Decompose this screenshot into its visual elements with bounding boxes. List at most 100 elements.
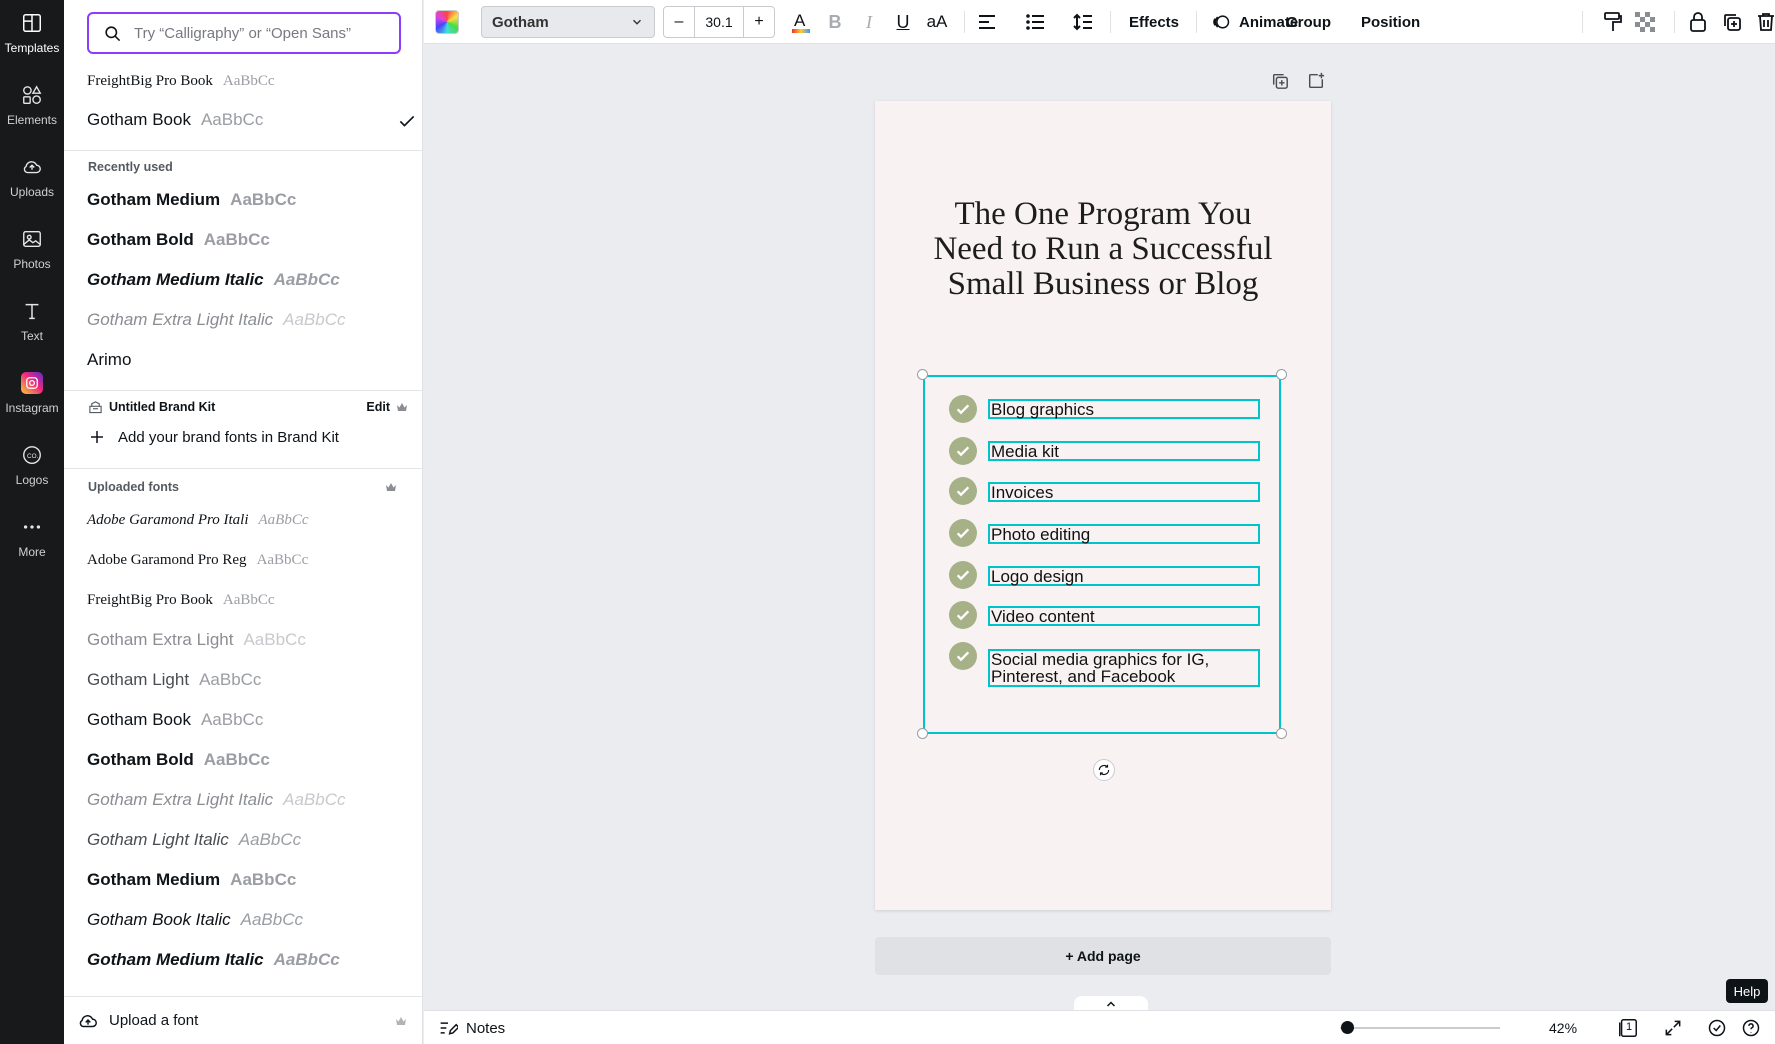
font-option-gotham-extra-light-italic[interactable]: Gotham Extra Light Italic AaBbCc	[87, 303, 407, 337]
list-item[interactable]: Invoices	[988, 482, 1260, 502]
rail-label: More	[18, 545, 46, 559]
font-option-gotham-medium[interactable]: Gotham Medium AaBbCc	[87, 183, 407, 217]
divider	[64, 468, 422, 469]
design-page[interactable]: The One Program You Need to Run a Succes…	[875, 101, 1331, 910]
rail-item-uploads[interactable]: Uploads	[0, 144, 64, 208]
list-item[interactable]: Social media graphics for IG, Pinterest,…	[988, 649, 1260, 687]
resize-handle[interactable]	[917, 728, 928, 739]
photos-icon	[23, 230, 41, 248]
letter-case-button[interactable]: aA	[920, 5, 954, 39]
font-sample: AaBbCc	[230, 870, 297, 889]
list-button[interactable]	[1018, 5, 1052, 39]
align-button[interactable]	[970, 5, 1004, 39]
add-brand-fonts-label: Add your brand fonts in Brand Kit	[118, 428, 339, 446]
fullscreen-icon	[1665, 1020, 1681, 1036]
font-option-gotham-extra-light[interactable]: Gotham Extra Light AaBbCc	[87, 623, 407, 657]
list-item[interactable]: Video content	[988, 606, 1260, 626]
font-name: Arimo	[87, 350, 132, 369]
check-status-button[interactable]	[1705, 1016, 1729, 1040]
rotate-handle[interactable]	[1093, 759, 1115, 781]
italic-button[interactable]: I	[852, 5, 886, 39]
brand-kit-edit-button[interactable]: Edit	[366, 400, 408, 414]
page-count: 1	[1626, 1021, 1633, 1033]
zoom-slider-thumb[interactable]	[1341, 1021, 1354, 1034]
add-brand-fonts-button[interactable]: Add your brand fonts in Brand Kit	[88, 428, 339, 446]
font-sample: AaBbCc	[238, 830, 302, 849]
font-option-gotham-medium-italic-uploaded[interactable]: Gotham Medium Italic AaBbCc	[87, 943, 407, 977]
underline-button[interactable]: U	[886, 5, 920, 39]
help-button[interactable]	[1739, 1016, 1763, 1040]
page-count-button[interactable]: 1	[1616, 1016, 1640, 1040]
bold-icon: B	[828, 11, 842, 32]
font-panel: FreightBig Pro Book AaBbCc Gotham Book A…	[64, 0, 423, 1044]
font-option-arimo[interactable]: Arimo	[87, 343, 407, 377]
duplicate-button[interactable]	[1715, 5, 1749, 39]
bold-button[interactable]: B	[818, 5, 852, 39]
font-option-freightbig-pro-book[interactable]: FreightBig Pro Book AaBbCc	[87, 64, 407, 98]
font-option-gotham-book[interactable]: Gotham Book AaBbCc	[87, 703, 407, 737]
position-button[interactable]: Position	[1361, 14, 1420, 31]
resize-handle[interactable]	[1276, 369, 1287, 380]
rail-item-instagram[interactable]: Instagram	[0, 360, 64, 424]
font-option-gotham-book-selected[interactable]: Gotham Book AaBbCc	[87, 103, 415, 137]
notes-icon	[440, 1022, 458, 1035]
crown-icon	[397, 403, 407, 411]
check-circle-icon	[949, 642, 977, 670]
check-circle-icon	[949, 437, 977, 465]
rail-item-elements[interactable]: Elements	[0, 72, 64, 136]
rail-label: Photos	[13, 257, 51, 271]
increase-font-size-button[interactable]: +	[744, 7, 774, 37]
copy-style-button[interactable]	[1596, 5, 1630, 39]
delete-button[interactable]	[1749, 5, 1775, 39]
font-option-gotham-bold[interactable]: Gotham Bold AaBbCc	[87, 223, 407, 257]
fullscreen-button[interactable]	[1661, 1016, 1685, 1040]
resize-handle[interactable]	[1276, 728, 1287, 739]
font-option-adobe-garamond-regular[interactable]: Adobe Garamond Pro Reg AaBbCc	[87, 543, 407, 577]
page-headline[interactable]: The One Program You Need to Run a Succes…	[875, 197, 1331, 302]
recently-used-heading: Recently used	[88, 160, 173, 174]
spacing-button[interactable]	[1066, 5, 1100, 39]
font-search-box[interactable]	[87, 12, 401, 54]
group-button[interactable]: Group	[1286, 14, 1331, 31]
font-option-gotham-book-italic[interactable]: Gotham Book Italic AaBbCc	[87, 903, 407, 937]
text-color-button[interactable]: A	[784, 5, 818, 39]
font-option-gotham-light-italic[interactable]: Gotham Light Italic AaBbCc	[87, 823, 407, 857]
transparency-button[interactable]	[1628, 5, 1662, 39]
lock-button[interactable]	[1681, 5, 1715, 39]
zoom-level[interactable]: 42%	[1549, 1011, 1577, 1044]
list-item[interactable]: Logo design	[988, 566, 1260, 586]
font-option-gotham-medium-uploaded[interactable]: Gotham Medium AaBbCc	[87, 863, 407, 897]
rail-item-templates[interactable]: Templates	[0, 0, 64, 64]
rail-item-logos[interactable]: CO. Logos	[0, 432, 64, 496]
font-search-input[interactable]	[134, 24, 394, 42]
rail-item-text[interactable]: Text	[0, 288, 64, 352]
font-option-gotham-extra-light-italic-uploaded[interactable]: Gotham Extra Light Italic AaBbCc	[87, 783, 407, 817]
font-option-freightbig-pro-book-uploaded[interactable]: FreightBig Pro Book AaBbCc	[87, 583, 407, 617]
zoom-slider-track[interactable]	[1340, 1027, 1500, 1029]
resize-handle[interactable]	[917, 369, 928, 380]
font-option-gotham-bold-uploaded[interactable]: Gotham Bold AaBbCc	[87, 743, 407, 777]
notes-button[interactable]: Notes	[438, 1011, 505, 1044]
rail-label: Templates	[4, 41, 60, 55]
font-option-gotham-medium-italic[interactable]: Gotham Medium Italic AaBbCc	[87, 263, 407, 297]
add-page-icon[interactable]	[1307, 72, 1325, 90]
list-item[interactable]: Photo editing	[988, 524, 1260, 544]
uploaded-fonts-heading: Uploaded fonts	[88, 480, 179, 494]
rail-item-more[interactable]: More	[0, 504, 64, 568]
list-item[interactable]: Media kit	[988, 441, 1260, 461]
upload-font-button[interactable]: Upload a font	[64, 996, 422, 1044]
text-color-swatch[interactable]	[435, 10, 459, 34]
font-size-input[interactable]: 30.1	[694, 7, 744, 37]
add-page-button[interactable]: + Add page	[875, 937, 1331, 975]
decrease-font-size-button[interactable]: –	[664, 7, 694, 37]
font-name: Gotham Light	[87, 670, 190, 689]
effects-button[interactable]: Effects	[1129, 14, 1179, 31]
font-option-gotham-light[interactable]: Gotham Light AaBbCc	[87, 663, 407, 697]
font-family-dropdown[interactable]: Gotham	[481, 6, 655, 38]
divider	[1110, 11, 1111, 33]
font-option-adobe-garamond-italic[interactable]: Adobe Garamond Pro Itali AaBbCc	[87, 503, 407, 537]
duplicate-page-icon[interactable]	[1271, 72, 1289, 90]
rail-item-photos[interactable]: Photos	[0, 216, 64, 280]
font-name: FreightBig Pro Book	[87, 72, 213, 89]
list-item[interactable]: Blog graphics	[988, 399, 1260, 419]
